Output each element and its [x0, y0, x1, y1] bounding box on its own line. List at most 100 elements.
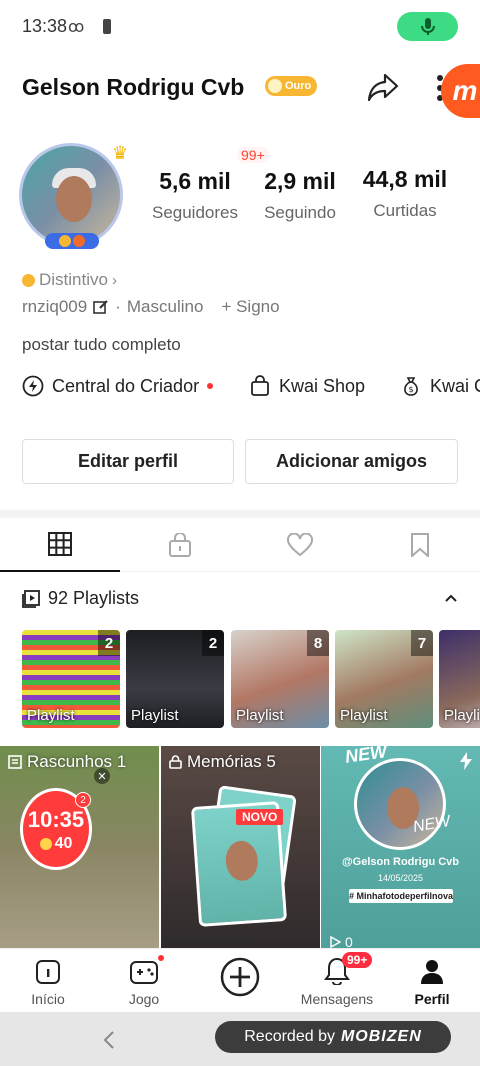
memories-label: Memórias 5	[187, 752, 276, 771]
playlist-card[interactable]: 2 Playlist	[126, 630, 224, 728]
post-hashtag: # Minhafotodeperfilnova	[349, 889, 454, 903]
views-count: 0	[345, 934, 353, 948]
sign-button[interactable]: + Signo	[221, 297, 279, 317]
ouro-badge[interactable]: Ouro	[265, 76, 318, 96]
bookmark-icon	[411, 533, 429, 557]
tab-saved[interactable]	[360, 518, 480, 572]
tab-private[interactable]	[120, 518, 240, 572]
playlist-card[interactable]: 2 Playlist	[22, 630, 120, 728]
profile-name: Gelson Rodrigu Cvb	[22, 74, 245, 100]
lock-icon	[169, 533, 191, 557]
kwai-shop-link[interactable]: Kwai Shop	[249, 375, 365, 397]
kwai-coins-label: Kwai C	[430, 375, 480, 396]
flower-icon	[59, 235, 71, 247]
gamepad-icon	[130, 961, 158, 984]
separator-dot: ·	[115, 297, 121, 316]
coins-value: 40	[54, 835, 73, 852]
add-friends-button[interactable]: Adicionar amigos	[245, 439, 458, 484]
person-icon	[421, 960, 443, 984]
drafts-icon	[8, 755, 22, 769]
nav-mensagens-label: Mensagens	[300, 991, 374, 1007]
post-username: @Gelson Rodrigu Cvb	[341, 856, 460, 868]
flower-icon	[73, 235, 85, 247]
crown-icon: ♛	[112, 143, 129, 163]
recorder-prefix: Recorded by	[244, 1028, 335, 1045]
kwai-coins-link[interactable]: $ Kwai C	[400, 375, 480, 397]
playlist-card[interactable]: 7 Playlist	[335, 630, 433, 728]
status-bar: 13:38 ꝏ	[0, 0, 480, 54]
badge-coin-icon	[268, 79, 282, 93]
playlists-header[interactable]: 92 Playlists	[22, 588, 139, 609]
messages-badge: 99+	[342, 952, 373, 968]
back-icon[interactable]	[102, 1030, 116, 1050]
creator-center-label: Central do Criador	[52, 375, 200, 396]
following-count: 2,9 mil	[264, 168, 336, 194]
kwai-shop-label: Kwai Shop	[279, 375, 366, 396]
edit-icon[interactable]	[93, 299, 109, 315]
mic-indicator[interactable]	[397, 12, 458, 41]
post-date: 14/05/2025	[377, 873, 424, 883]
close-icon[interactable]: ✕	[94, 768, 110, 784]
followers-label: Seguidores	[151, 203, 238, 222]
nav-inicio-label: Início	[31, 991, 65, 1007]
distintivo-link[interactable]: Distintivo ›	[22, 270, 117, 290]
nav-mensagens[interactable]: 99+ Mensagens	[292, 949, 382, 1013]
playlist-label: Playlist	[236, 707, 284, 724]
nav-create[interactable]	[205, 949, 275, 1013]
creator-tools-row: Central do Criador Kwai Shop $ Kwai C	[0, 375, 480, 407]
likes-label: Curtidas	[373, 201, 437, 220]
playlist-count: 2	[202, 630, 224, 656]
chevron-up-icon[interactable]	[443, 590, 459, 606]
post-memories[interactable]: Memórias 5 NOVO	[161, 746, 320, 948]
edit-profile-button[interactable]: Editar perfil	[22, 439, 234, 484]
recorder-watermark: Recorded by MOBIZEN	[215, 1021, 451, 1053]
profile-photo-circle	[354, 758, 446, 850]
playlist-count: 2	[98, 630, 120, 656]
avatar-face	[56, 176, 92, 222]
playlist-card[interactable]: 8 Playlist	[231, 630, 329, 728]
drafts-label: Rascunhos 1	[27, 752, 127, 771]
tab-posts[interactable]	[0, 518, 120, 572]
playlist-label: Playlist	[340, 707, 388, 724]
post-drafts[interactable]: Rascunhos 1 10:35 40 2 ✕	[0, 746, 159, 948]
playlist-count: 8	[307, 630, 329, 656]
playlist-count: 7	[411, 630, 433, 656]
home-icon	[36, 960, 60, 984]
battery-icon	[103, 19, 111, 34]
avatar[interactable]: ♛	[19, 143, 129, 249]
shopping-bag-icon	[251, 375, 269, 396]
playlist-card[interactable]: Playli	[439, 630, 480, 728]
likes-count: 44,8 mil	[362, 166, 448, 192]
views-row: 0	[329, 934, 353, 948]
red-dot-indicator	[158, 955, 164, 961]
avatar-photo	[19, 143, 123, 247]
nav-jogo[interactable]: Jogo	[102, 949, 186, 1013]
coin-icon	[22, 273, 35, 287]
recorder-brand: MOBIZEN	[340, 1028, 422, 1045]
play-icon	[330, 936, 341, 948]
followers-stat[interactable]: 5,6 mil Seguidores	[145, 168, 245, 223]
grid-icon	[48, 532, 72, 556]
plus-icon	[220, 957, 260, 997]
clock: 13:38	[22, 16, 68, 36]
likes-stat[interactable]: 44,8 mil Curtidas	[350, 166, 460, 221]
nav-perfil[interactable]: Perfil	[392, 949, 472, 1013]
profile-header: Gelson Rodrigu Cvb Ouro	[0, 54, 480, 124]
lock-icon	[169, 755, 182, 769]
badge-label: Ouro	[285, 80, 312, 92]
creator-center-link[interactable]: Central do Criador	[22, 375, 214, 397]
share-icon[interactable]	[366, 70, 400, 104]
voicemail-icon: ꝏ	[68, 19, 85, 36]
username: rnziq009	[22, 297, 88, 316]
nav-inicio[interactable]: Início	[6, 949, 90, 1013]
tab-liked[interactable]	[240, 518, 360, 572]
flash-icon	[460, 752, 472, 770]
money-bag-icon: $	[404, 377, 418, 396]
following-stat[interactable]: 2,9 mil Seguindo	[252, 168, 348, 223]
notification-badge[interactable]: 99+	[237, 147, 269, 163]
section-divider	[0, 510, 480, 518]
post-profile-photo[interactable]: NEW NEW @Gelson Rodrigu Cvb 14/05/2025 #…	[321, 746, 480, 948]
posts-grid: Rascunhos 1 10:35 40 2 ✕ Memórias 5 NOVO…	[0, 746, 480, 948]
followers-count: 5,6 mil	[159, 168, 231, 194]
red-dot-indicator	[207, 383, 214, 389]
